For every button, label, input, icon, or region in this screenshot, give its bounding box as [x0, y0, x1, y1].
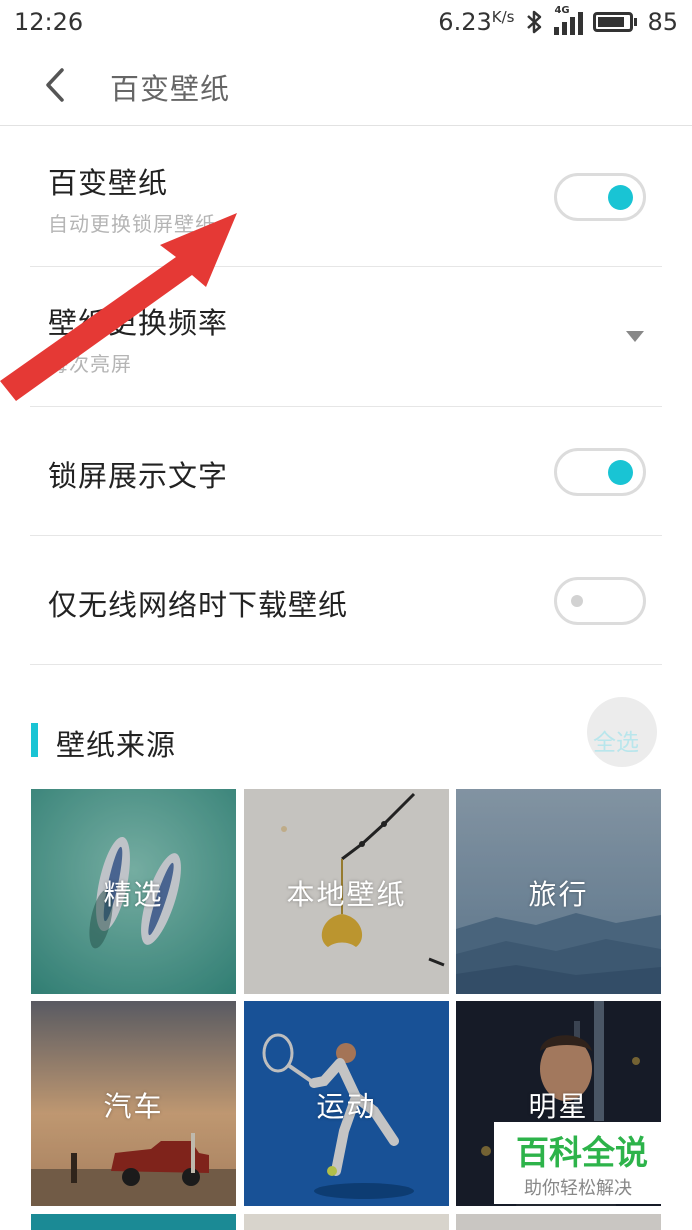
status-time: 12:26 [14, 8, 84, 36]
wallpaper-tile-partial[interactable] [31, 1214, 236, 1230]
app-bar: 百变壁纸 [0, 44, 692, 126]
dropdown-arrow-icon[interactable] [626, 331, 644, 342]
section-accent-bar [31, 723, 38, 757]
tile-label: 运动 [316, 1090, 377, 1123]
wallpaper-tile-partial[interactable] [244, 1214, 449, 1230]
lockscreen-text-toggle[interactable] [554, 448, 646, 496]
wallpaper-tile-cars[interactable]: 汽车 [31, 1001, 236, 1206]
wallpaper-tile-local[interactable]: 本地壁纸 [244, 789, 449, 994]
wifi-only-toggle[interactable] [554, 577, 646, 625]
tile-label: 汽车 [103, 1090, 164, 1123]
setting-subtitle: 每次亮屏 [48, 352, 132, 376]
setting-row-change-frequency[interactable]: 壁纸更换频率 每次亮屏 [30, 267, 662, 407]
network-speed: 6.23K/s [438, 8, 514, 36]
setting-title: 锁屏展示文字 [48, 459, 229, 493]
tile-label: 旅行 [528, 878, 589, 911]
setting-row-wifi-only[interactable]: 仅无线网络时下载壁纸 [30, 536, 662, 665]
battery-icon [593, 12, 638, 32]
watermark-logo: 百科全说 助你轻松解决 [494, 1122, 662, 1204]
setting-row-lockscreen-text[interactable]: 锁屏展示文字 [30, 407, 662, 536]
tile-label: 明星 [528, 1090, 589, 1123]
watermark-sub-text: 助你轻松解决 [524, 1178, 632, 1199]
setting-title: 百变壁纸 [48, 166, 169, 200]
tile-label: 本地壁纸 [286, 878, 407, 911]
setting-title: 仅无线网络时下载壁纸 [48, 588, 349, 622]
battery-level: 85 [647, 8, 678, 36]
signal-icon: 4G [554, 5, 584, 35]
section-title: 壁纸来源 [56, 728, 177, 762]
wallpaper-tile-travel[interactable]: 旅行 [456, 789, 661, 994]
setting-row-dynamic-wallpaper[interactable]: 百变壁纸 自动更换锁屏壁纸 [30, 127, 662, 267]
wallpaper-tile-featured[interactable]: 精选 [31, 789, 236, 994]
dynamic-wallpaper-toggle[interactable] [554, 173, 646, 221]
tile-label: 精选 [103, 878, 164, 911]
select-all-label: 全选 [593, 730, 639, 756]
wallpaper-tile-sports[interactable]: 运动 [244, 1001, 449, 1206]
back-arrow-icon[interactable] [40, 66, 70, 104]
network-speed-value: 6.23 [438, 8, 492, 36]
watermark-main-text: 百科全说 [516, 1133, 648, 1172]
bluetooth-icon [527, 10, 542, 34]
setting-title: 壁纸更换频率 [48, 306, 229, 340]
page-title: 百变壁纸 [110, 72, 231, 106]
network-speed-unit: K/s [491, 8, 515, 26]
signal-type-label: 4G [554, 5, 570, 16]
status-bar: 12:26 6.23K/s 4G 85 [0, 0, 692, 44]
select-all-button[interactable]: 全选 [587, 697, 657, 767]
wallpaper-tile-partial[interactable] [456, 1214, 661, 1230]
setting-subtitle: 自动更换锁屏壁纸 [48, 212, 216, 236]
status-indicators: 6.23K/s 4G 85 [438, 5, 678, 36]
